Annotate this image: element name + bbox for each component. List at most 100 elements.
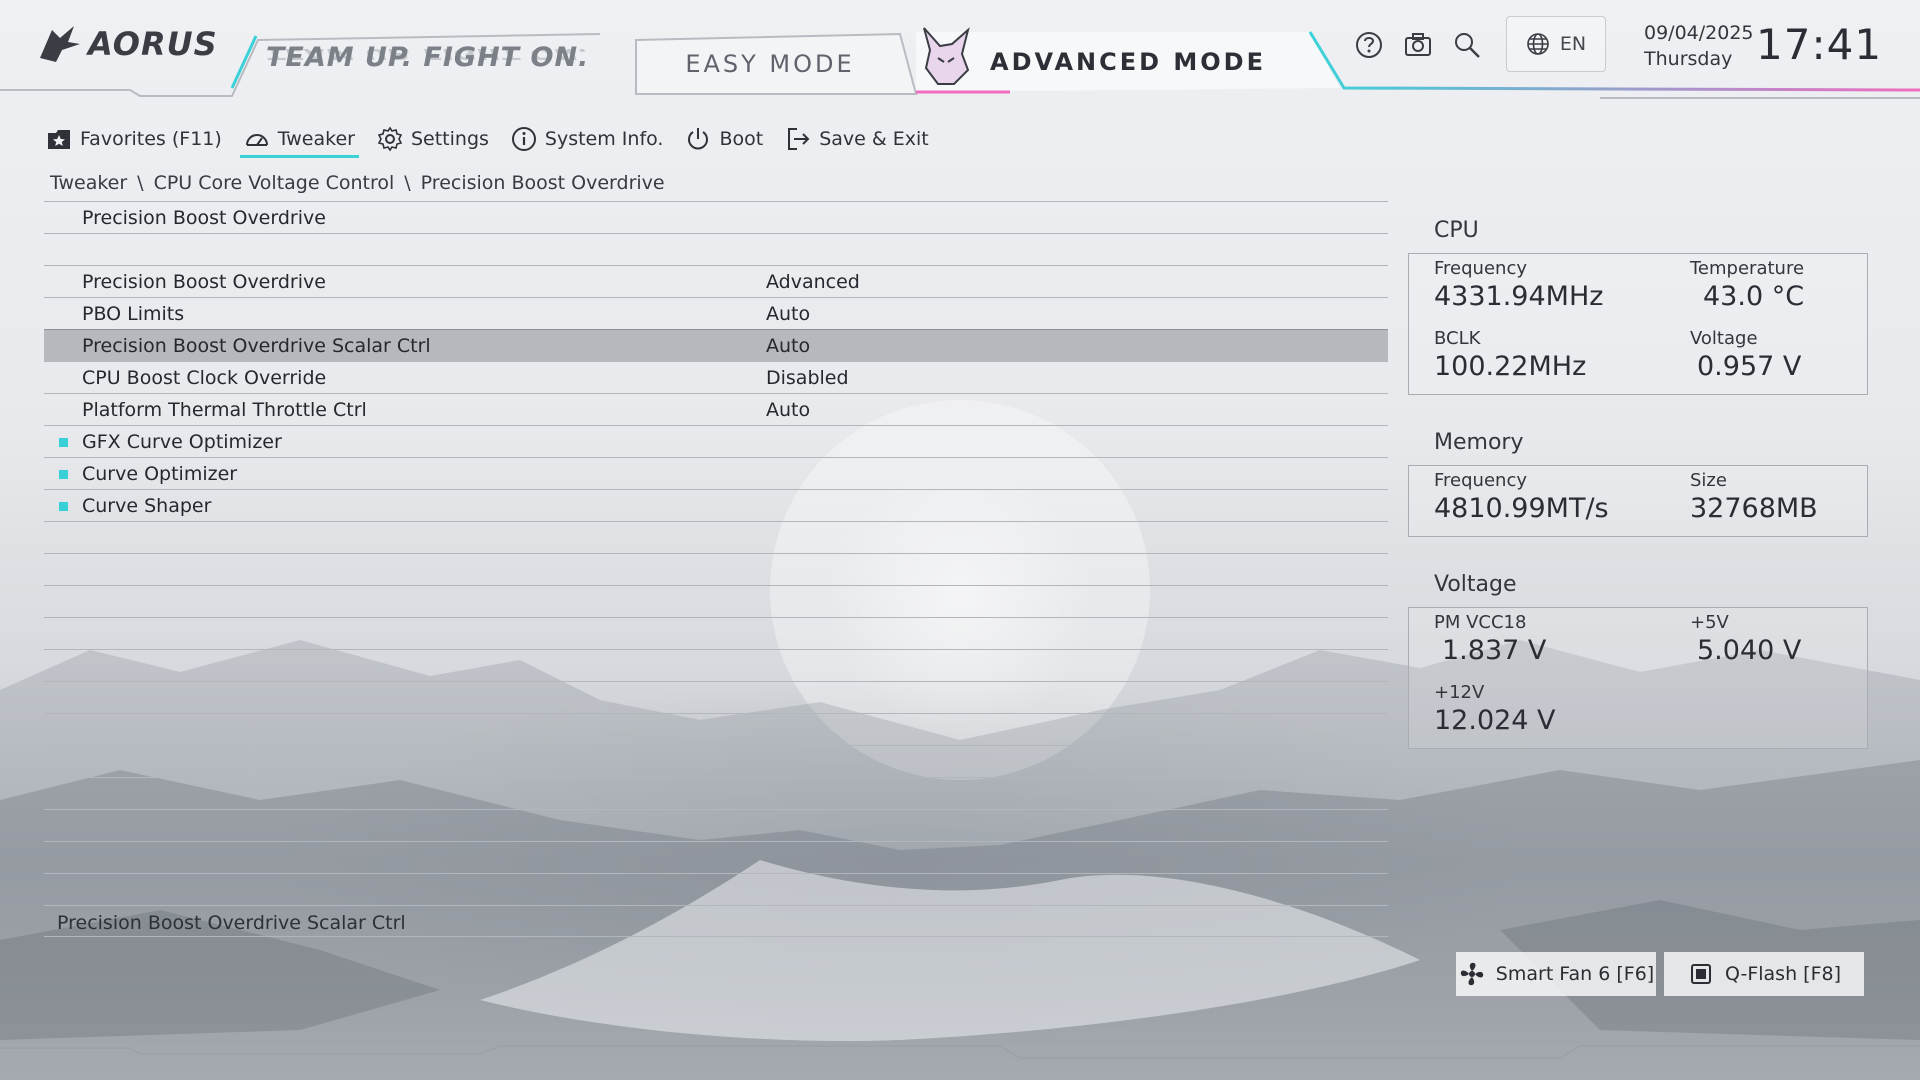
cpu-bclk-label: BCLK: [1434, 328, 1481, 349]
empty-row: [44, 649, 1388, 681]
smart-fan-label: Smart Fan 6 [F6]: [1495, 963, 1655, 985]
setting-value[interactable]: Disabled: [766, 367, 849, 389]
qflash-button[interactable]: Q-Flash [F8]: [1664, 952, 1864, 996]
submenu-label: Curve Shaper: [82, 494, 212, 517]
breadcrumb-item[interactable]: CPU Core Voltage Control: [154, 172, 395, 194]
submenu-bullet-icon: [59, 470, 68, 479]
cpu-panel: CPU Frequency 4331.94MHz Temperature 43.…: [1408, 218, 1868, 395]
cpu-panel-title: CPU: [1434, 218, 1479, 243]
empty-row: [44, 777, 1388, 809]
nav-save-exit[interactable]: Save & Exit: [781, 126, 933, 158]
cpu-frequency-label: Frequency: [1434, 258, 1527, 279]
setting-label: CPU Boost Clock Override: [82, 366, 327, 389]
submenu-label: Curve Optimizer: [82, 462, 238, 485]
cpu-bclk-value: 100.22MHz: [1434, 351, 1587, 382]
search-icon[interactable]: [1452, 30, 1482, 60]
top-header: AORUS TEAM UP. FIGHT ON. TEAM UP. FIGHT …: [0, 0, 1920, 110]
nav-boot[interactable]: Boot: [681, 126, 767, 158]
nav-favorites[interactable]: Favorites (F11): [42, 126, 226, 158]
smart-fan-button[interactable]: Smart Fan 6 [F6]: [1456, 952, 1656, 996]
setting-row-pbo[interactable]: Precision Boost Overdrive Advanced: [44, 265, 1388, 297]
nav-boot-label: Boot: [719, 128, 764, 150]
memory-size: Size 32768MB: [1690, 470, 1818, 524]
v5-rail: +5V 5.040 V: [1690, 612, 1801, 666]
setting-row-pbo-limits[interactable]: PBO Limits Auto: [44, 297, 1388, 329]
item-help-text: Precision Boost Overdrive Scalar Ctrl: [57, 912, 406, 934]
setting-value[interactable]: Auto: [766, 303, 810, 325]
setting-value[interactable]: Auto: [766, 399, 810, 421]
cpu-bclk: BCLK 100.22MHz: [1434, 328, 1586, 382]
exit-icon: [788, 128, 810, 150]
setting-row-pbo-scalar-selected[interactable]: Precision Boost Overdrive Scalar Ctrl Au…: [44, 329, 1388, 361]
empty-row: [44, 713, 1388, 745]
breadcrumb-separator: \: [404, 172, 411, 194]
breadcrumb-item[interactable]: Precision Boost Overdrive: [421, 172, 665, 194]
nav-save-exit-label: Save & Exit: [819, 128, 929, 150]
empty-row: [44, 681, 1388, 713]
nav-settings-label: Settings: [410, 128, 489, 150]
submenu-bullet-icon: [59, 502, 68, 511]
memory-frequency-label: Frequency: [1434, 470, 1527, 491]
date-display: 09/04/2025 Thursday: [1644, 20, 1754, 72]
setting-value[interactable]: Advanced: [766, 271, 860, 293]
pm-vcc18-label: PM VCC18: [1434, 612, 1527, 633]
aorus-eagle-icon: [40, 26, 80, 62]
wolf-emblem-icon: [923, 27, 970, 85]
cpu-temperature: Temperature 43.0 °C: [1690, 258, 1804, 312]
v12-value: 12.024 V: [1434, 705, 1556, 736]
chip-icon: [1690, 964, 1711, 984]
submenu-row-gfx-curve-optimizer[interactable]: GFX Curve Optimizer: [44, 425, 1388, 457]
setting-row-boost-clock-override[interactable]: CPU Boost Clock Override Disabled: [44, 361, 1388, 393]
language-button[interactable]: EN: [1506, 16, 1606, 72]
language-label: EN: [1559, 33, 1587, 55]
voltage-info-box: PM VCC18 1.837 V +5V 5.040 V +12V 12.024…: [1408, 607, 1868, 749]
cpu-temperature-value: 43.0 °C: [1703, 281, 1805, 312]
favorites-icon: [48, 130, 70, 149]
section-header: Precision Boost Overdrive: [82, 206, 326, 229]
breadcrumb-item[interactable]: Tweaker: [50, 172, 127, 194]
easy-mode-tab[interactable]: EASY MODE: [640, 38, 900, 90]
v12-rail: +12V 12.024 V: [1434, 682, 1556, 736]
setting-label: PBO Limits: [82, 302, 185, 325]
memory-panel-title: Memory: [1434, 430, 1524, 455]
globe-icon: [1527, 33, 1549, 55]
submenu-row-curve-optimizer[interactable]: Curve Optimizer: [44, 457, 1388, 489]
v12-label: +12V: [1434, 682, 1485, 703]
voltage-panel: Voltage PM VCC18 1.837 V +5V 5.040 V +12…: [1408, 572, 1868, 749]
breadcrumb-separator: \: [137, 172, 144, 194]
help-icon[interactable]: [1354, 30, 1384, 60]
pm-vcc18: PM VCC18 1.837 V: [1434, 612, 1546, 666]
section-header-row: Precision Boost Overdrive: [44, 201, 1388, 233]
submenu-row-curve-shaper[interactable]: Curve Shaper: [44, 489, 1388, 521]
breadcrumb: Tweaker \ CPU Core Voltage Control \ Pre…: [50, 172, 665, 194]
memory-panel: Memory Frequency 4810.99MT/s Size 32768M…: [1408, 430, 1868, 537]
nav-system-info[interactable]: System Info.: [507, 126, 668, 158]
cpu-voltage: Voltage 0.957 V: [1690, 328, 1801, 382]
brand-name: AORUS: [88, 25, 218, 63]
qflash-label: Q-Flash [F8]: [1724, 963, 1841, 985]
empty-row: [44, 745, 1388, 777]
submenu-label: GFX Curve Optimizer: [82, 430, 282, 453]
advanced-mode-tab[interactable]: ADVANCED MODE: [990, 48, 1266, 76]
camera-icon[interactable]: [1403, 30, 1433, 60]
info-icon: [511, 127, 536, 151]
cpu-voltage-label: Voltage: [1690, 328, 1758, 349]
nav-favorites-label: Favorites (F11): [80, 128, 222, 150]
empty-row: [44, 873, 1388, 905]
power-icon: [688, 128, 709, 150]
cpu-temperature-label: Temperature: [1690, 258, 1805, 279]
setting-value[interactable]: Auto: [766, 335, 810, 357]
aorus-logo: AORUS: [38, 24, 218, 64]
date-text: 09/04/2025: [1644, 22, 1754, 44]
empty-row: [44, 617, 1388, 649]
speedometer-icon: [245, 134, 268, 146]
memory-size-value: 32768MB: [1690, 493, 1818, 524]
setting-row-thermal-throttle[interactable]: Platform Thermal Throttle Ctrl Auto: [44, 393, 1388, 425]
setting-label: Platform Thermal Throttle Ctrl: [82, 398, 367, 421]
nav-settings[interactable]: Settings: [373, 126, 493, 158]
setting-label: Precision Boost Overdrive: [82, 270, 326, 293]
empty-row: [44, 553, 1388, 585]
fan-icon: [1460, 962, 1483, 986]
nav-tweaker[interactable]: Tweaker: [239, 126, 359, 158]
pm-vcc18-value: 1.837 V: [1442, 635, 1547, 666]
